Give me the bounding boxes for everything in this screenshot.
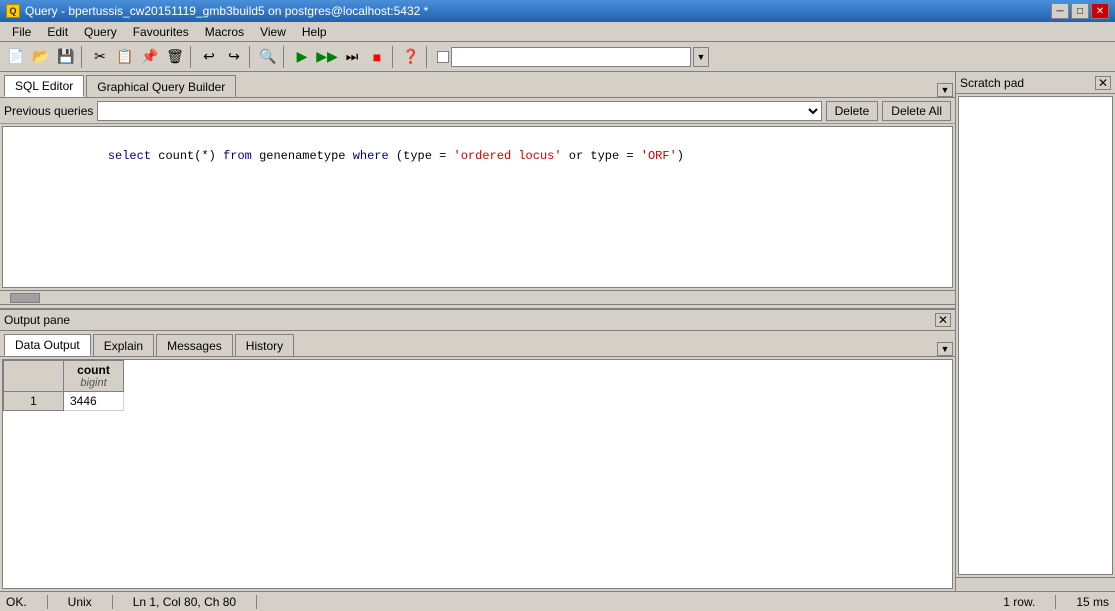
connection-checkbox[interactable] xyxy=(437,51,449,63)
scratch-pad-close-button[interactable]: ✕ xyxy=(1095,76,1111,90)
minimize-button[interactable]: ─ xyxy=(1051,3,1069,19)
toolbar-sep-6 xyxy=(426,46,430,68)
output-tab-right: ▼ xyxy=(937,342,955,356)
output-tab-bar: Data Output Explain Messages History ▼ xyxy=(0,331,955,357)
output-pane-close-button[interactable]: ✕ xyxy=(935,313,951,327)
menu-file[interactable]: File xyxy=(4,23,39,41)
status-encoding: Unix xyxy=(68,595,92,609)
status-rows: 1 row. xyxy=(1003,595,1035,609)
cell-count: 3446 xyxy=(64,392,124,411)
connection-selector: bpertussis_cw20151119_gmb3build5 on post… xyxy=(437,47,709,67)
toolbar-sep-4 xyxy=(283,46,287,68)
menu-view[interactable]: View xyxy=(252,23,294,41)
query-tab-bar: SQL Editor Graphical Query Builder ▼ xyxy=(0,72,955,98)
tab-graphical-query-builder[interactable]: Graphical Query Builder xyxy=(86,75,236,97)
scratch-pad-title: Scratch pad xyxy=(960,76,1095,90)
toolbar-sep-5 xyxy=(392,46,396,68)
col-header-name: count xyxy=(70,363,117,377)
window-title: Query - bpertussis_cw20151119_gmb3build5… xyxy=(25,4,428,18)
menu-bar: File Edit Query Favourites Macros View H… xyxy=(0,22,1115,42)
output-pane-title: Output pane xyxy=(4,313,935,327)
query-panel: SQL Editor Graphical Query Builder ▼ Pre… xyxy=(0,72,955,304)
delete-all-button[interactable]: Delete All xyxy=(882,101,951,121)
data-table: count bigint 1 3446 xyxy=(3,360,124,411)
run-step-button[interactable]: ⏭ xyxy=(340,45,364,69)
prev-queries-bar: Previous queries Delete Delete All xyxy=(0,98,955,124)
connection-input[interactable]: bpertussis_cw20151119_gmb3build5 on post… xyxy=(451,47,691,67)
menu-favourites[interactable]: Favourites xyxy=(125,23,197,41)
help-button[interactable]: ❓ xyxy=(399,45,423,69)
main-area: SQL Editor Graphical Query Builder ▼ Pre… xyxy=(0,72,1115,591)
col-header-count: count bigint xyxy=(64,361,124,392)
delete-button[interactable]: Delete xyxy=(826,101,879,121)
scratch-pad-header: Scratch pad ✕ xyxy=(956,72,1115,94)
copy-button[interactable]: 📋 xyxy=(113,45,137,69)
menu-edit[interactable]: Edit xyxy=(39,23,76,41)
query-panel-dropdown[interactable]: ▼ xyxy=(937,83,953,97)
left-panel: SQL Editor Graphical Query Builder ▼ Pre… xyxy=(0,72,955,591)
h-scrollbar[interactable] xyxy=(0,290,955,304)
run-button[interactable]: ▶ xyxy=(290,45,314,69)
menu-help[interactable]: Help xyxy=(294,23,335,41)
run-script-button[interactable]: ▶▶ xyxy=(315,45,339,69)
status-sep-2 xyxy=(112,595,113,609)
title-bar: Q Query - bpertussis_cw20151119_gmb3buil… xyxy=(0,0,1115,22)
maximize-button[interactable]: □ xyxy=(1071,3,1089,19)
toolbar-sep-3 xyxy=(249,46,253,68)
prev-queries-select[interactable] xyxy=(97,101,821,121)
tab-history[interactable]: History xyxy=(235,334,294,356)
toolbar: 📄 📂 💾 ✂ 📋 📌 🗑 ↩ ↪ 🔍 ▶ ▶▶ ⏭ ■ ❓ bpertussi… xyxy=(0,42,1115,72)
row-number: 1 xyxy=(4,392,64,411)
status-sep-4 xyxy=(1055,595,1056,609)
tab-sql-editor[interactable]: SQL Editor xyxy=(4,75,84,97)
undo-button[interactable]: ↩ xyxy=(197,45,221,69)
row-num-header xyxy=(4,361,64,392)
tab-messages[interactable]: Messages xyxy=(156,334,233,356)
data-table-container: count bigint 1 3446 xyxy=(2,359,953,589)
status-ok: OK. xyxy=(6,595,27,609)
menu-query[interactable]: Query xyxy=(76,23,125,41)
scratch-pad-h-scrollbar[interactable] xyxy=(956,577,1115,591)
status-position: Ln 1, Col 80, Ch 80 xyxy=(133,595,236,609)
prev-queries-label: Previous queries xyxy=(4,104,93,118)
status-sep-1 xyxy=(47,595,48,609)
col-header-type: bigint xyxy=(70,377,117,389)
status-bar: OK. Unix Ln 1, Col 80, Ch 80 1 row. 15 m… xyxy=(0,591,1115,611)
window-controls: ─ □ ✕ xyxy=(1051,3,1109,19)
h-scrollbar-thumb[interactable] xyxy=(10,293,40,303)
sql-line-1: select count(*) from genenametype where … xyxy=(7,131,948,181)
tab-bar-right: ▼ xyxy=(937,83,955,97)
table-row: 1 3446 xyxy=(4,392,124,411)
app-icon: Q xyxy=(6,4,20,18)
editor-container: select count(*) from genenametype where … xyxy=(0,124,955,304)
output-pane-header: Output pane ✕ xyxy=(0,309,955,331)
clear-button[interactable]: 🗑 xyxy=(163,45,187,69)
paste-button[interactable]: 📌 xyxy=(138,45,162,69)
tab-explain[interactable]: Explain xyxy=(93,334,154,356)
toolbar-sep-2 xyxy=(190,46,194,68)
status-sep-3 xyxy=(256,595,257,609)
stop-button[interactable]: ■ xyxy=(365,45,389,69)
output-pane: Output pane ✕ Data Output Explain Messag… xyxy=(0,309,955,591)
scratch-pad: Scratch pad ✕ xyxy=(955,72,1115,591)
scratch-pad-text-area[interactable] xyxy=(958,96,1113,575)
open-button[interactable]: 📂 xyxy=(29,45,53,69)
cut-button[interactable]: ✂ xyxy=(88,45,112,69)
new-button[interactable]: 📄 xyxy=(4,45,28,69)
output-tab-dropdown[interactable]: ▼ xyxy=(937,342,953,356)
toolbar-sep-1 xyxy=(81,46,85,68)
close-button[interactable]: ✕ xyxy=(1091,3,1109,19)
sql-editor[interactable]: select count(*) from genenametype where … xyxy=(2,126,953,288)
connection-dropdown-arrow[interactable]: ▼ xyxy=(693,47,709,67)
menu-macros[interactable]: Macros xyxy=(197,23,252,41)
status-time: 15 ms xyxy=(1076,595,1109,609)
tab-data-output[interactable]: Data Output xyxy=(4,334,91,356)
find-button[interactable]: 🔍 xyxy=(256,45,280,69)
save-button[interactable]: 💾 xyxy=(54,45,78,69)
redo-button[interactable]: ↪ xyxy=(222,45,246,69)
